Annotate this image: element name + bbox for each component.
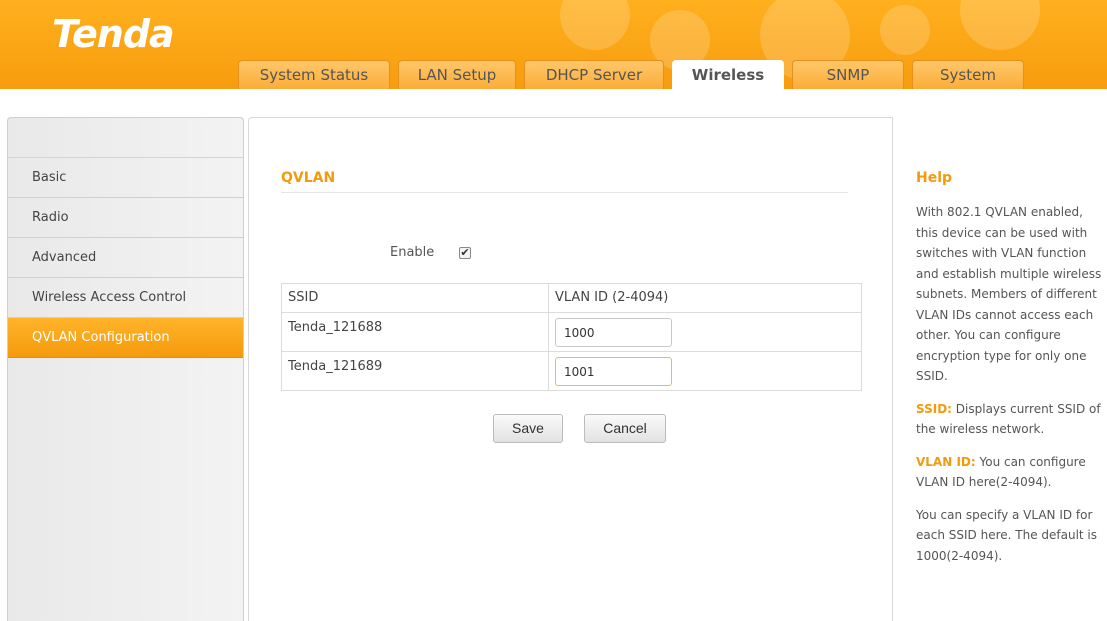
help-ssid-key: SSID: bbox=[916, 401, 952, 416]
sidebar-item-radio[interactable]: Radio bbox=[8, 198, 243, 238]
help-vlan-key: VLAN ID: bbox=[916, 454, 976, 469]
tenda-logo: Tenda bbox=[52, 12, 175, 56]
tab-lan-setup[interactable]: LAN Setup bbox=[398, 60, 516, 89]
page-title: QVLAN bbox=[281, 170, 336, 186]
tab-system[interactable]: System bbox=[912, 60, 1024, 89]
ssid-column-header: SSID bbox=[281, 283, 549, 313]
help-ssid: SSID: Displays current SSID of the wirel… bbox=[916, 399, 1104, 440]
decorative-bubble bbox=[880, 5, 930, 55]
table-row: Tenda_121689 bbox=[281, 351, 862, 391]
tab-system-status[interactable]: System Status bbox=[238, 60, 390, 89]
vlan-id-column-header: VLAN ID (2-4094) bbox=[548, 283, 862, 313]
sidebar: Basic Radio Advanced Wireless Access Con… bbox=[7, 117, 244, 621]
sidebar-item-qvlan-configuration[interactable]: QVLAN Configuration bbox=[8, 318, 243, 358]
sidebar-item-advanced[interactable]: Advanced bbox=[8, 238, 243, 278]
cancel-button[interactable]: Cancel bbox=[584, 414, 666, 443]
help-panel: Help With 802.1 QVLAN enabled, this devi… bbox=[916, 170, 1104, 578]
enable-checkbox[interactable]: ✔ bbox=[459, 247, 471, 259]
decorative-bubble bbox=[960, 0, 1040, 50]
ssid-cell: Tenda_121688 bbox=[281, 312, 549, 352]
help-note: You can specify a VLAN ID for each SSID … bbox=[916, 507, 1098, 563]
sidebar-item-basic[interactable]: Basic bbox=[8, 158, 243, 198]
help-intro: With 802.1 QVLAN enabled, this device ca… bbox=[916, 205, 1102, 383]
save-button[interactable]: Save bbox=[493, 414, 563, 443]
vlan-id-cell bbox=[548, 351, 862, 391]
checkmark-icon: ✔ bbox=[460, 246, 470, 259]
table-row: Tenda_121688 bbox=[281, 312, 862, 352]
qvlan-table: SSID VLAN ID (2-4094) Tenda_121688 Tenda… bbox=[281, 283, 862, 391]
header-bar: Tenda System Status LAN Setup DHCP Serve… bbox=[0, 0, 1107, 89]
tab-wireless[interactable]: Wireless bbox=[672, 60, 784, 89]
help-vlan: VLAN ID: You can configure VLAN ID here(… bbox=[916, 452, 1104, 493]
title-divider bbox=[281, 192, 848, 193]
vlan-id-input[interactable] bbox=[555, 318, 672, 347]
decorative-bubble bbox=[560, 0, 630, 50]
tab-snmp[interactable]: SNMP bbox=[792, 60, 904, 89]
help-title: Help bbox=[916, 170, 953, 186]
vlan-id-input[interactable] bbox=[555, 357, 672, 386]
sidebar-header bbox=[8, 118, 243, 158]
ssid-cell: Tenda_121689 bbox=[281, 351, 549, 391]
sidebar-item-wireless-access-control[interactable]: Wireless Access Control bbox=[8, 278, 243, 318]
tab-dhcp-server[interactable]: DHCP Server bbox=[524, 60, 664, 89]
table-header-row: SSID VLAN ID (2-4094) bbox=[281, 283, 862, 313]
enable-label: Enable bbox=[390, 245, 435, 260]
vlan-id-cell bbox=[548, 312, 862, 352]
